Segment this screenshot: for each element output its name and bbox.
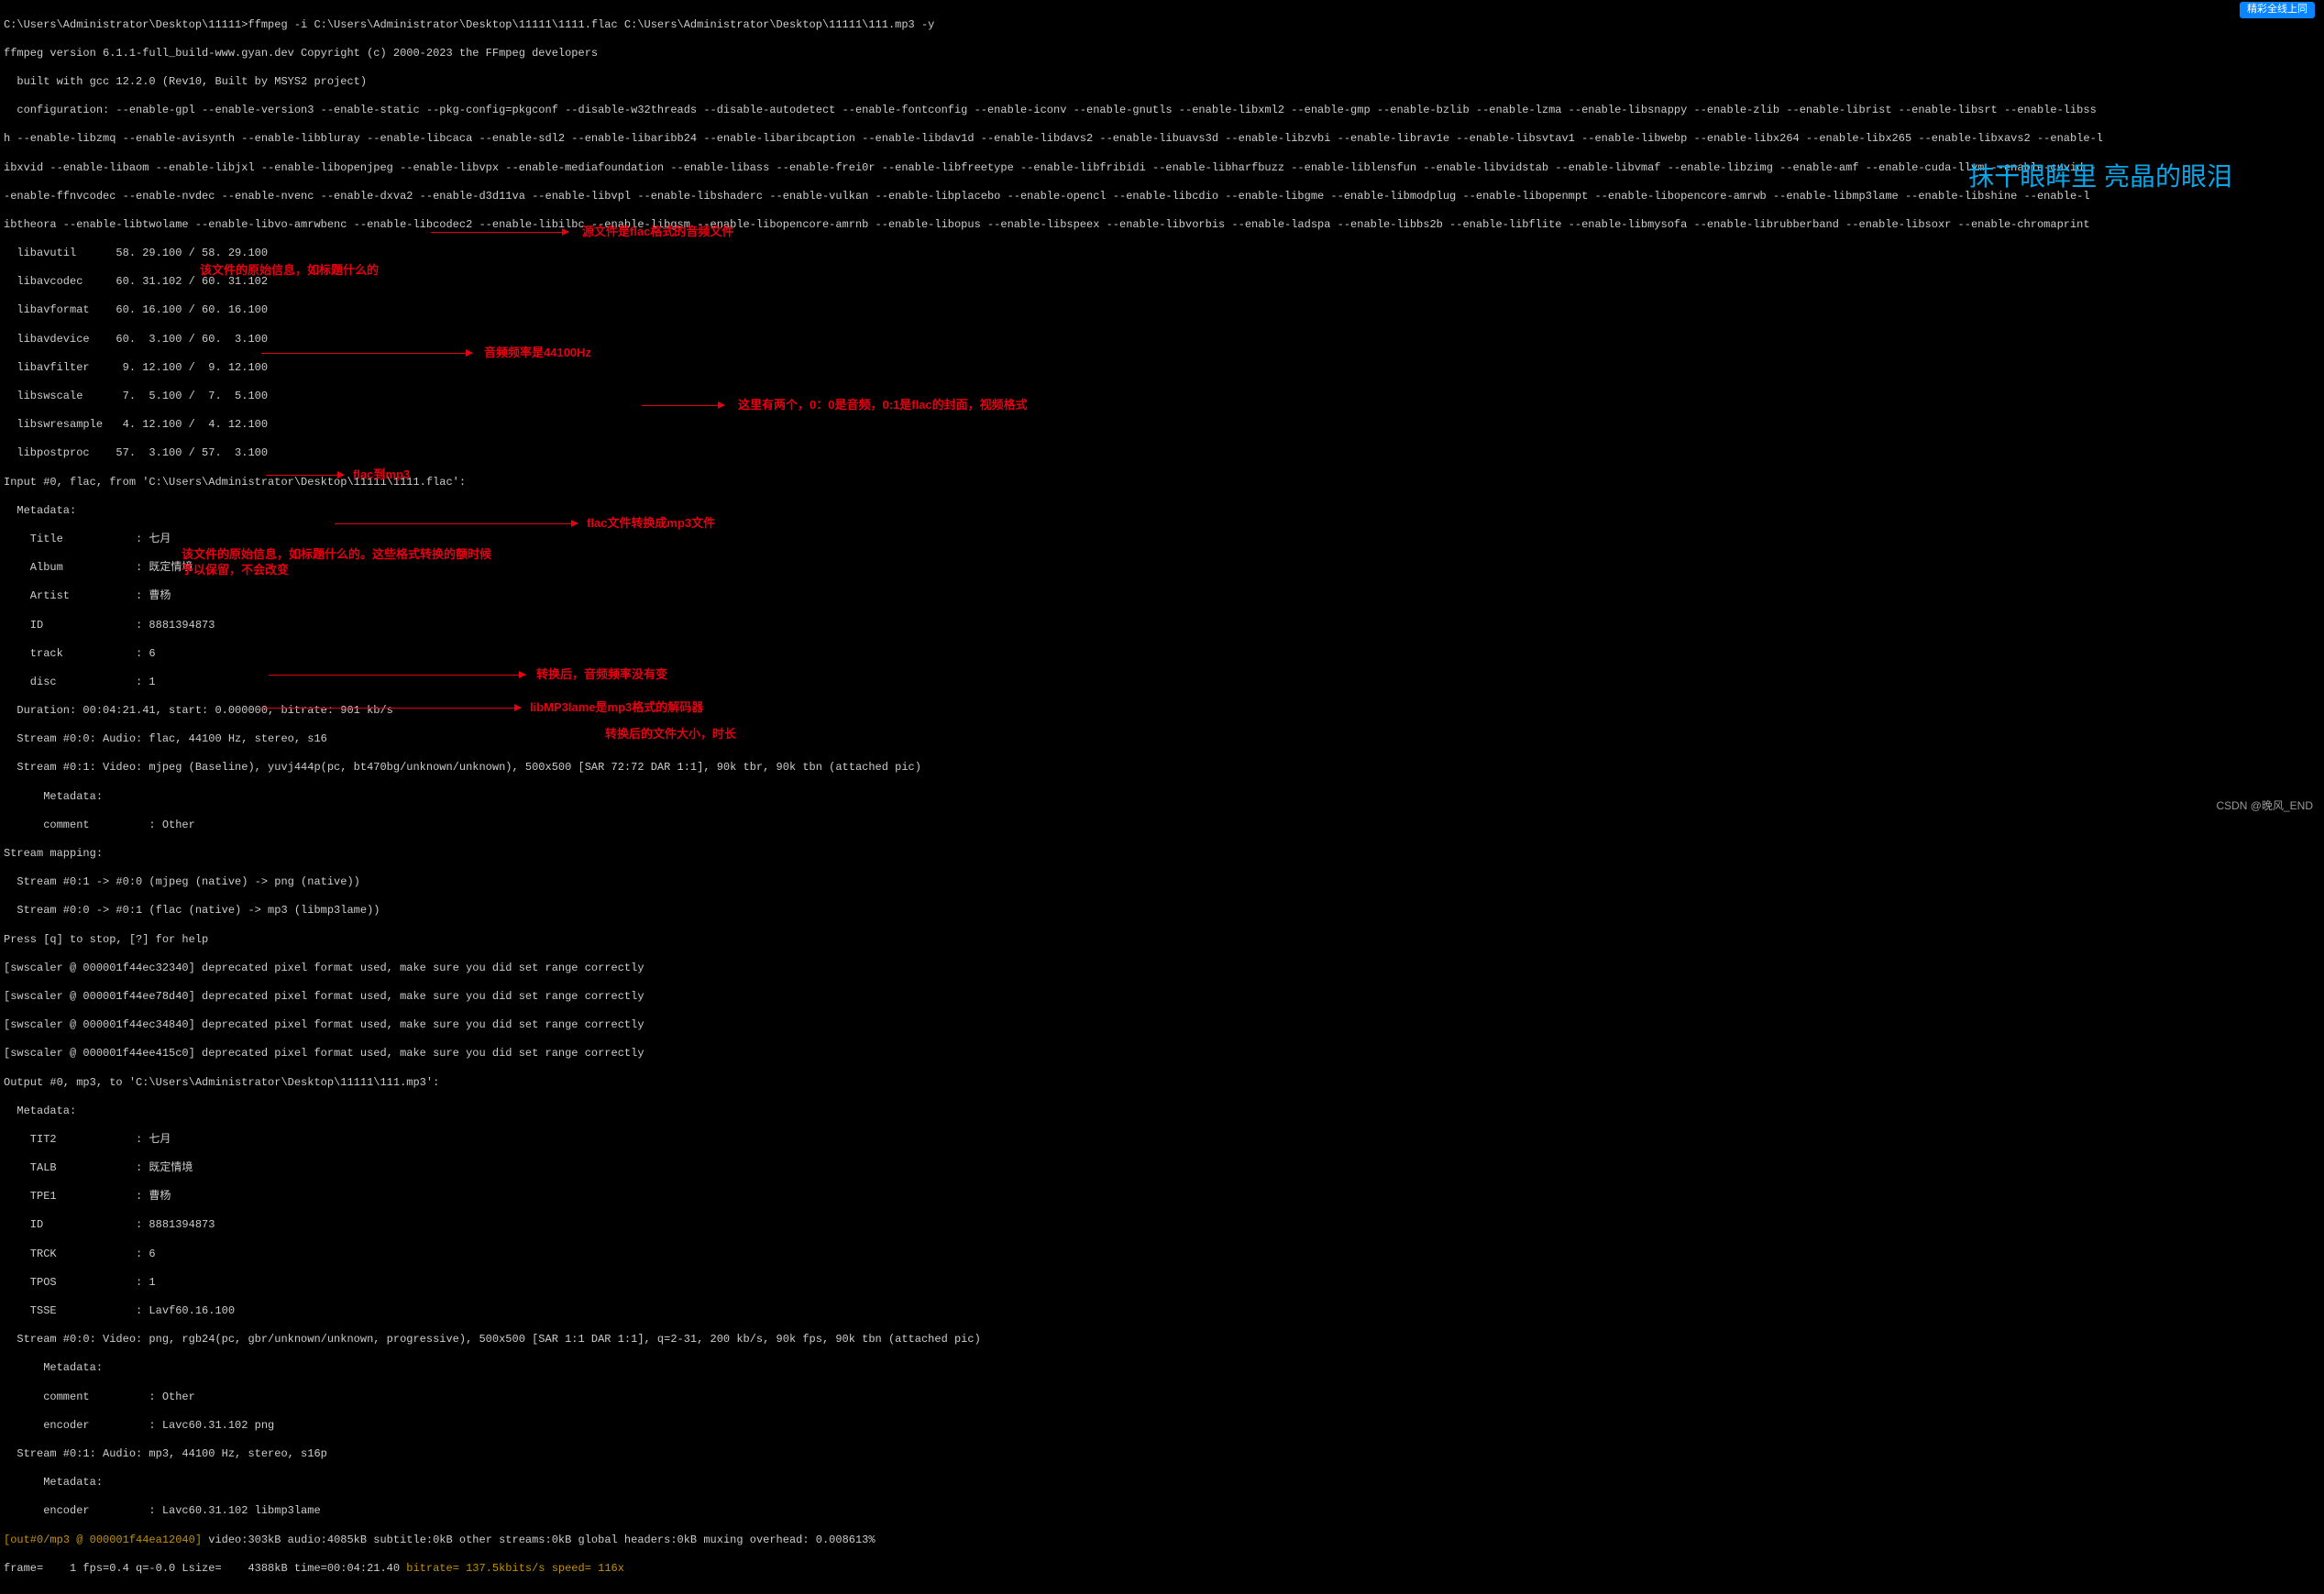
- meta-artist: Artist : 曹杨: [4, 589, 2320, 604]
- lib-line: libswresample 4. 12.100 / 4. 12.100: [4, 418, 2320, 433]
- arrow-icon: [269, 675, 525, 676]
- arrow-icon: [642, 405, 724, 406]
- out-stream-line: Stream #0:1: Audio: mp3, 44100 Hz, stere…: [4, 1447, 2320, 1462]
- arrow-icon: [259, 708, 521, 709]
- lib-line: libswscale 7. 5.100 / 7. 5.100: [4, 390, 2320, 404]
- frame-bitrate: bitrate= 137.5kbits/s speed= 116x: [406, 1562, 624, 1575]
- annotation-frequency: 音频频率是44100Hz: [484, 346, 591, 361]
- meta-disc: disc : 1: [4, 676, 2320, 690]
- lib-line: libpostproc 57. 3.100 / 57. 3.100: [4, 446, 2320, 461]
- meta-tpe1: TPE1 : 曹杨: [4, 1190, 2320, 1204]
- frame-line: frame= 1 fps=0.4 q=-0.0 Lsize= 4388kB ti…: [4, 1562, 2320, 1577]
- meta-title: Title : 七月: [4, 533, 2320, 547]
- version-line: ffmpeg version 6.1.1-full_build-www.gyan…: [4, 47, 2320, 61]
- map-line: Stream #0:1 -> #0:0 (mjpeg (native) -> p…: [4, 875, 2320, 890]
- built-line: built with gcc 12.2.0 (Rev10, Built by M…: [4, 75, 2320, 90]
- config-line: configuration: --enable-gpl --enable-ver…: [4, 104, 2320, 118]
- lib-line: libavdevice 60. 3.100 / 60. 3.100: [4, 333, 2320, 347]
- metadata-header: Metadata:: [4, 1361, 2320, 1376]
- swscaler-warning: [swscaler @ 000001f44ec32340] deprecated…: [4, 962, 2320, 976]
- lib-line: libavformat 60. 16.100 / 60. 16.100: [4, 303, 2320, 318]
- lib-line: libavutil 58. 29.100 / 58. 29.100: [4, 247, 2320, 261]
- meta-tit2: TIT2 : 七月: [4, 1133, 2320, 1148]
- lyric-overlay: 抹干眼眸里 亮晶的眼泪: [1968, 160, 2232, 193]
- annotation-freq-same: 转换后，音频频率没有变: [536, 667, 667, 683]
- map-line: Stream #0:0 -> #0:1 (flac (native) -> mp…: [4, 904, 2320, 918]
- annotation-libmp3lame: libMP3lame是mp3格式的解码器: [530, 700, 703, 716]
- metadata-header: Metadata:: [4, 1105, 2320, 1119]
- swscaler-warning: [swscaler @ 000001f44ee78d40] deprecated…: [4, 990, 2320, 1005]
- progress-prefix: [out#0/mp3 @ 000001f44ea12040]: [4, 1534, 208, 1546]
- arrow-icon: [431, 232, 568, 233]
- annotation-metadata: 该文件的原始信息，如标题什么的: [200, 263, 379, 279]
- stream-line: Stream #0:0: Audio: flac, 44100 Hz, ster…: [4, 732, 2320, 747]
- metadata-header: Metadata:: [4, 790, 2320, 805]
- command-line: C:\Users\Administrator\Desktop\11111>ffm…: [4, 18, 2320, 33]
- duration-line: Duration: 00:04:21.41, start: 0.000000, …: [4, 704, 2320, 719]
- top-button[interactable]: 精彩全线上同: [2240, 2, 2315, 18]
- comment-line: comment : Other: [4, 819, 2320, 833]
- arrow-icon: [261, 353, 472, 354]
- annotation-flac-mp3: flac到mp3: [353, 467, 410, 483]
- meta-track: track : 6: [4, 647, 2320, 662]
- config-line: ibtheora --enable-libtwolame --enable-li…: [4, 218, 2320, 233]
- encoder-line: encoder : Lavc60.31.102 libmp3lame: [4, 1504, 2320, 1519]
- terminal-output: C:\Users\Administrator\Desktop\11111>ffm…: [0, 0, 2324, 1594]
- config-line: h --enable-libzmq --enable-avisynth --en…: [4, 132, 2320, 147]
- meta-tsse: TSSE : Lavf60.16.100: [4, 1304, 2320, 1319]
- annotation-source-file: 源文件是flac格式的音频文件: [582, 225, 733, 240]
- stream-mapping: Stream mapping:: [4, 847, 2320, 862]
- encoder-line: encoder : Lavc60.31.102 png: [4, 1419, 2320, 1434]
- annotation-output-size: 转换后的文件大小，时长: [605, 727, 736, 742]
- progress-line: [out#0/mp3 @ 000001f44ea12040] video:303…: [4, 1534, 2320, 1548]
- stream-line: Stream #0:1: Video: mjpeg (Baseline), yu…: [4, 761, 2320, 775]
- input-line: Input #0, flac, from 'C:\Users\Administr…: [4, 476, 2320, 490]
- metadata-header: Metadata:: [4, 1476, 2320, 1490]
- arrow-icon: [266, 475, 344, 476]
- swscaler-warning: [swscaler @ 000001f44ec34840] deprecated…: [4, 1018, 2320, 1033]
- meta-id: ID : 8881394873: [4, 1218, 2320, 1233]
- frame-body: frame= 1 fps=0.4 q=-0.0 Lsize= 4388kB ti…: [4, 1562, 406, 1575]
- meta-tpos: TPOS : 1: [4, 1276, 2320, 1291]
- swscaler-warning: [swscaler @ 000001f44ee415c0] deprecated…: [4, 1047, 2320, 1061]
- annotation-preserve-meta: 该文件的原始信息，如标题什么的。这些格式转换的额时候予以保留，不会改变: [182, 547, 502, 578]
- progress-body: video:303kB audio:4085kB subtitle:0kB ot…: [208, 1534, 875, 1546]
- lib-line: libavfilter 9. 12.100 / 9. 12.100: [4, 361, 2320, 376]
- arrow-icon: [335, 523, 578, 524]
- metadata-header: Metadata:: [4, 504, 2320, 519]
- output-line: Output #0, mp3, to 'C:\Users\Administrat…: [4, 1076, 2320, 1091]
- annotation-output: flac文件转换成mp3文件: [587, 516, 715, 532]
- meta-trck: TRCK : 6: [4, 1248, 2320, 1262]
- comment-line: comment : Other: [4, 1391, 2320, 1405]
- annotation-streams: 这里有两个，0：0是音频，0:1是flac的封面，视频格式: [738, 398, 1028, 413]
- meta-talb: TALB : 既定情境: [4, 1161, 2320, 1176]
- out-stream-line: Stream #0:0: Video: png, rgb24(pc, gbr/u…: [4, 1333, 2320, 1347]
- press-line: Press [q] to stop, [?] for help: [4, 933, 2320, 948]
- meta-id: ID : 8881394873: [4, 619, 2320, 633]
